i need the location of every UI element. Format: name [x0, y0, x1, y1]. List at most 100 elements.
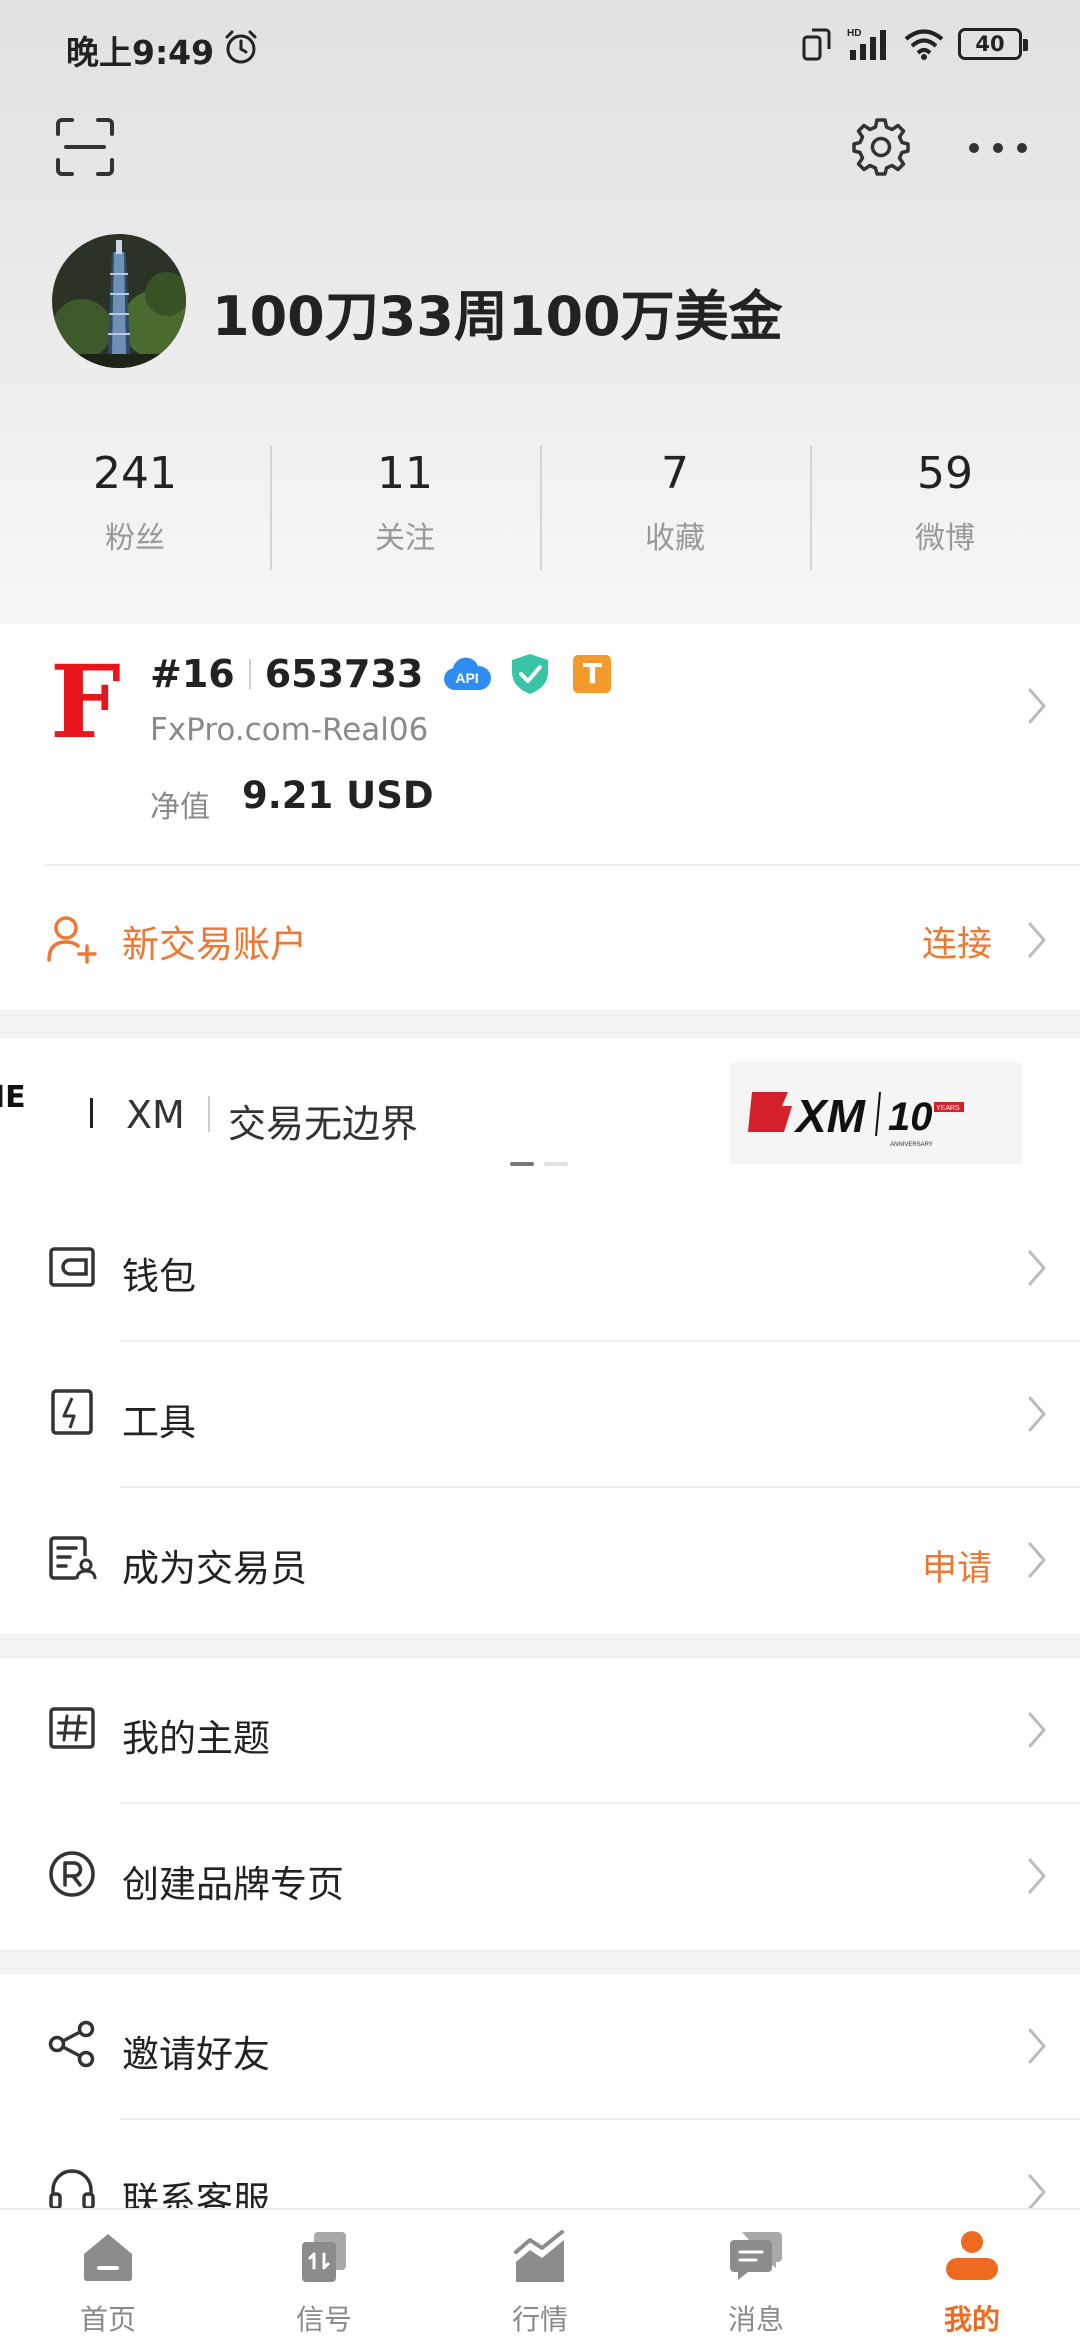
new-account-label: 新交易账户 — [122, 923, 307, 966]
rotate-lock-icon — [802, 28, 831, 61]
account-rank: #16 — [150, 652, 235, 696]
stat-posts[interactable]: 59 微博 — [810, 440, 1080, 576]
broker-logo: F — [50, 643, 121, 761]
more-options-icon[interactable] — [966, 124, 1030, 172]
banner-brand: XM — [126, 1093, 185, 1137]
api-badge-text: API — [456, 670, 479, 686]
account-id-line: #16 653733 API T — [150, 652, 612, 696]
username: 100刀33周100万美金 — [212, 285, 783, 348]
signal-icon — [302, 2232, 346, 2282]
divider — [44, 864, 1080, 866]
banner-prev-slide-text: IE — [0, 1080, 26, 1115]
status-bar: 晚上9:49 HD 40 — [0, 0, 1080, 96]
account-number: 653733 — [264, 652, 424, 696]
chevron-right-icon — [1028, 1712, 1046, 1748]
stat-followers[interactable]: 241 粉丝 — [0, 440, 270, 576]
user-avatar[interactable] — [52, 234, 186, 368]
chevron-right-icon — [1028, 1396, 1046, 1432]
connect-link[interactable]: 连接 — [922, 916, 992, 967]
verified-shield-icon — [512, 654, 549, 694]
svg-text:10: 10 — [888, 1095, 933, 1139]
chevron-right-icon — [1028, 1542, 1046, 1578]
tab-home[interactable]: 首页 — [0, 2210, 216, 2340]
scan-icon[interactable] — [54, 116, 116, 178]
menu-item-label: 钱包 — [122, 1255, 196, 1298]
stat-label: 收藏 — [645, 521, 705, 556]
profile-stats: 241 粉丝 11 关注 7 收藏 59 微博 — [0, 440, 1080, 576]
menu-item-label: 联系客服 — [122, 2179, 270, 2208]
menu-item-become-trader[interactable]: 成为交易员 申请 — [0, 1488, 1080, 1634]
stat-label: 关注 — [375, 521, 435, 556]
wallet-icon — [49, 1247, 95, 1287]
tab-label: 行情 — [511, 2303, 568, 2336]
tab-label: 信号 — [295, 2303, 352, 2336]
headset-icon — [49, 2169, 95, 2208]
registered-icon — [49, 1851, 95, 1897]
settings-gear-icon[interactable] — [850, 116, 912, 178]
menu-card-3: 邀请好友 联系客服 — [0, 1974, 1080, 2208]
share-icon — [48, 2020, 95, 2068]
battery-indicator: 40 — [958, 28, 1028, 60]
tab-label: 消息 — [727, 2303, 784, 2336]
logo-years: YEARS — [936, 1105, 960, 1112]
carousel-indicator — [510, 1162, 568, 1166]
carousel-dot — [544, 1162, 568, 1166]
trading-account-card: F #16 653733 API T FxPro.com-Real06 净值 9… — [0, 624, 1080, 1010]
equity-label: 净值 — [150, 790, 210, 825]
menu-item-label: 创建品牌专页 — [122, 1863, 344, 1906]
tab-market[interactable]: 行情 — [432, 2210, 648, 2340]
menu-item-label: 我的主题 — [122, 1717, 270, 1760]
menu-item-invite-friends[interactable]: 邀请好友 — [0, 1974, 1080, 2120]
menu-card-2: 我的主题 创建品牌专页 — [0, 1658, 1080, 1950]
alarm-icon — [225, 30, 257, 64]
chevron-right-icon — [1028, 2174, 1046, 2208]
stat-value: 59 — [917, 448, 973, 499]
network-badge: HD — [847, 28, 861, 39]
menu-card-1: IE XM 交易无边界 XM 10 YEARS ANNIVERSARY 钱包 — [0, 1038, 1080, 1634]
profile-icon — [946, 2231, 998, 2280]
account-type-badge: T — [573, 655, 612, 693]
message-icon — [730, 2232, 782, 2280]
hashtag-icon — [49, 1707, 95, 1749]
tools-icon — [51, 1389, 93, 1435]
equity-value: 9.21 USD — [242, 774, 434, 817]
divider — [208, 1096, 210, 1132]
chevron-right-icon — [1028, 1858, 1046, 1894]
add-user-icon — [47, 916, 97, 964]
chevron-right-icon — [1028, 1250, 1046, 1286]
promo-banner[interactable]: IE XM 交易无边界 XM 10 YEARS ANNIVERSARY — [0, 1038, 1080, 1196]
status-icons: HD 40 — [802, 26, 1028, 62]
stat-label: 粉丝 — [105, 521, 165, 556]
apply-link[interactable]: 申请 — [922, 1540, 992, 1591]
menu-item-label: 工具 — [122, 1401, 196, 1444]
menu-item-wallet[interactable]: 钱包 — [0, 1196, 1080, 1342]
menu-item-create-brand-page[interactable]: 创建品牌专页 — [0, 1804, 1080, 1950]
menu-item-contact-support[interactable]: 联系客服 — [0, 2120, 1080, 2208]
api-badge-icon: API — [444, 657, 492, 690]
cellular-signal-icon: HD — [847, 28, 886, 60]
wifi-icon — [904, 29, 944, 60]
divider — [90, 1098, 93, 1128]
tab-messages[interactable]: 消息 — [648, 2210, 864, 2340]
stat-value: 11 — [377, 448, 433, 499]
stat-favorites[interactable]: 7 收藏 — [540, 440, 810, 576]
bottom-tab-bar: 首页 信号 行情 消息 我的 — [0, 2208, 1080, 2340]
xm-logo: XM 10 YEARS ANNIVERSARY — [730, 1062, 1022, 1164]
menu-item-label: 成为交易员 — [122, 1547, 307, 1590]
menu-item-my-topics[interactable]: 我的主题 — [0, 1658, 1080, 1804]
market-icon — [514, 2230, 564, 2282]
menu-item-tools[interactable]: 工具 — [0, 1342, 1080, 1488]
chevron-right-icon — [1028, 922, 1046, 958]
stat-value: 241 — [93, 448, 177, 499]
account-server: FxPro.com-Real06 — [150, 712, 429, 748]
home-icon — [84, 2234, 132, 2281]
menu-item-label: 邀请好友 — [122, 2033, 270, 2076]
stat-following[interactable]: 11 关注 — [270, 440, 540, 576]
stat-label: 微博 — [915, 521, 975, 556]
tab-signals[interactable]: 信号 — [216, 2210, 432, 2340]
trader-card-icon — [49, 1536, 97, 1580]
chevron-right-icon — [1028, 688, 1046, 724]
tab-label: 我的 — [943, 2303, 1000, 2336]
tab-profile[interactable]: 我的 — [864, 2210, 1080, 2340]
logo-anniversary: ANNIVERSARY — [890, 1142, 933, 1148]
